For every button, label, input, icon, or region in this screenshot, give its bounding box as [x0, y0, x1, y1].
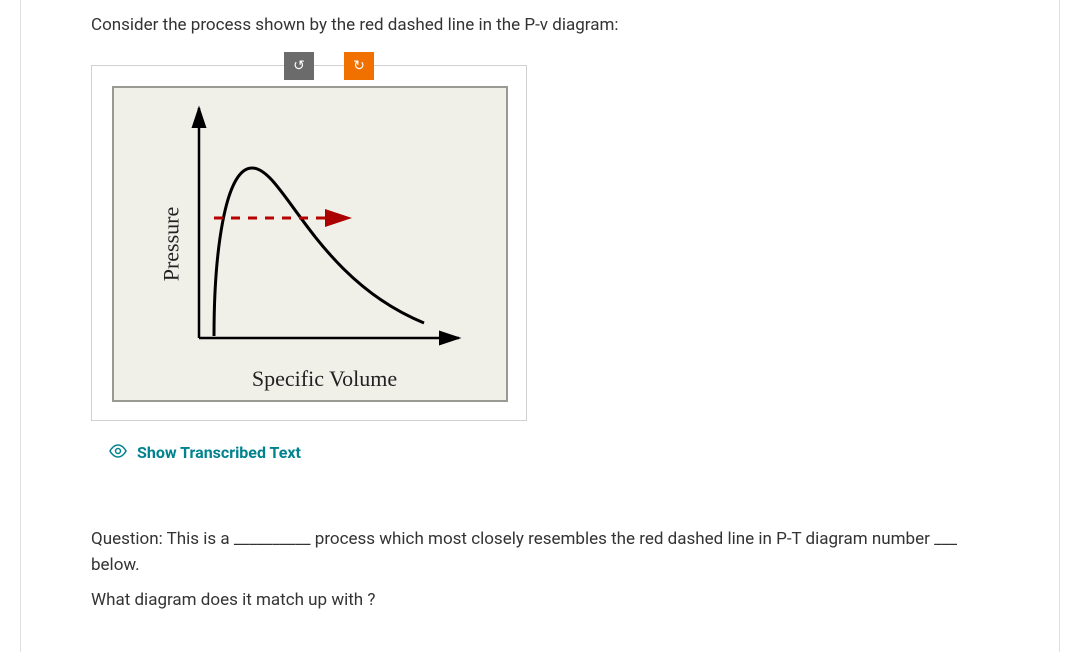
chart-svg — [174, 98, 474, 358]
rotate-ccw-button[interactable]: ↺ — [284, 52, 314, 80]
saturation-dome-curve — [214, 168, 424, 336]
question-line-2: What diagram does it match up with ? — [91, 588, 989, 614]
diagram-container: ↺ ↻ Pressure — [91, 65, 527, 421]
show-transcribed-button[interactable]: Show Transcribed Text — [109, 443, 989, 462]
rotate-cw-button[interactable]: ↻ — [344, 52, 374, 80]
chart-inner: Pressure — [114, 88, 506, 400]
question-line-1: Question: This is a __________ process w… — [91, 527, 989, 578]
pv-diagram-image: Pressure — [112, 86, 508, 402]
intro-text: Consider the process shown by the red da… — [91, 15, 989, 35]
x-axis-label: Specific Volume — [252, 366, 397, 392]
eye-icon — [109, 443, 127, 462]
show-transcribed-label: Show Transcribed Text — [137, 443, 301, 462]
question-block: Question: This is a __________ process w… — [91, 527, 989, 614]
content-wrapper: Consider the process shown by the red da… — [20, 0, 1060, 652]
rotate-ccw-icon: ↺ — [293, 58, 305, 74]
rotate-cw-icon: ↻ — [353, 58, 365, 74]
rotate-buttons: ↺ ↻ — [284, 52, 374, 80]
